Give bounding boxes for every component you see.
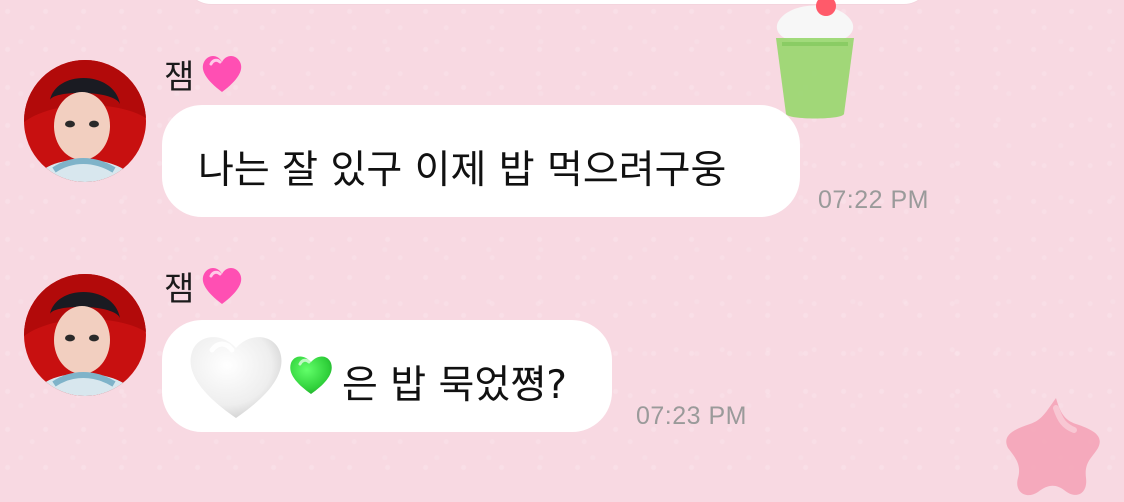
- message-text: 은 밥 묵었쪙?: [342, 363, 567, 408]
- green-heart-icon: [290, 356, 332, 394]
- white-heart-icon: [190, 337, 282, 418]
- message-bubble[interactable]: 나는 잘 있구 이제 밥 먹으려구웅: [162, 105, 800, 217]
- melon-soda-sticker: [776, 0, 854, 119]
- sender-name: 잼: [164, 57, 195, 96]
- pink-star-sticker: [1006, 398, 1100, 496]
- pink-heart-icon: [202, 268, 242, 304]
- pink-heart-icon: [202, 56, 242, 92]
- sender-name: 잼: [164, 269, 195, 308]
- message-timestamp: 07:23 PM: [636, 402, 748, 430]
- message-timestamp: 07:22 PM: [818, 186, 930, 214]
- avatar-image: [24, 60, 146, 182]
- avatar[interactable]: [24, 274, 146, 396]
- message-bubble[interactable]: 은 밥 묵었쪙?: [162, 320, 612, 432]
- message-text: 나는 잘 있구 이제 밥 먹으려구웅: [198, 148, 727, 193]
- avatar[interactable]: [24, 60, 146, 182]
- avatar-image: [24, 274, 146, 396]
